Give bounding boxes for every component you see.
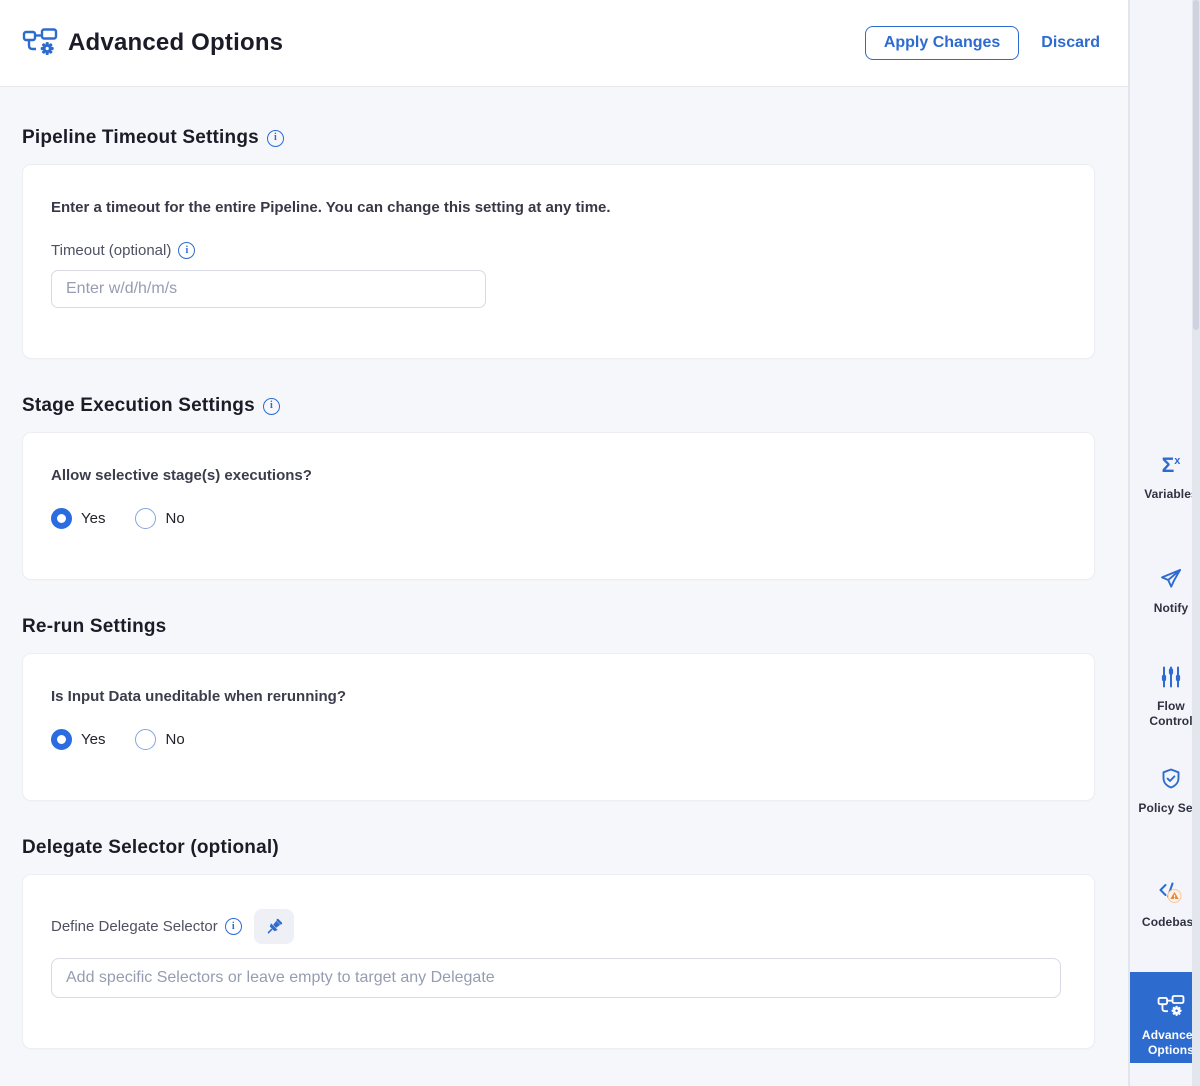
timeout-field-label: Timeout (optional) [51,242,171,259]
rerun-radio-no[interactable]: No [135,729,184,750]
pushpin-icon [263,916,285,938]
radio-unchecked-icon[interactable] [135,729,156,750]
sidebar-item-notify[interactable]: Notify [1130,566,1200,616]
timeout-field-info-icon[interactable]: i [178,242,195,259]
delegate-selector-input[interactable] [51,958,1061,998]
delegate-heading-row: Delegate Selector (optional) [22,837,1095,859]
sidebar-item-label: Policy Sets [1137,801,1200,816]
apply-changes-button[interactable]: Apply Changes [865,26,1019,60]
timeout-section-info-icon[interactable]: i [267,130,284,147]
sidebar-item-advanced-options[interactable]: Advanced Options [1130,972,1200,1063]
code-warning-icon [1157,880,1185,906]
delegate-field-label: Define Delegate Selector [51,918,218,935]
stage-execution-card: Allow selective stage(s) executions? Yes… [22,432,1095,580]
discard-button[interactable]: Discard [1041,34,1100,52]
radio-no-label: No [165,510,184,527]
sidebar-item-label: Codebase [1137,915,1200,930]
rerun-radio-yes[interactable]: Yes [51,729,105,750]
sliders-icon [1159,664,1183,690]
scrollbar-thumb[interactable] [1193,0,1199,330]
sidebar-item-variables[interactable]: Σx Variables [1130,452,1200,502]
header-actions: Apply Changes Discard [865,26,1100,60]
stage-execution-info-icon[interactable]: i [263,398,280,415]
stage-execution-heading: Stage Execution Settings [22,395,255,417]
rerun-radio-group: Yes No [51,729,1066,750]
delegate-card: Define Delegate Selector i [22,874,1095,1049]
sigma-x-icon: Σx [1162,452,1181,478]
timeout-description: Enter a timeout for the entire Pipeline.… [51,199,1066,216]
radio-checked-icon[interactable] [51,508,72,529]
sidebar-item-label: Advanced Options [1137,1028,1200,1058]
main-panel: Advanced Options Apply Changes Discard P… [0,0,1130,1086]
timeout-section-heading: Pipeline Timeout Settings [22,127,259,149]
radio-no-label: No [165,731,184,748]
sidebar-item-label: Variables [1137,487,1200,502]
timeout-field-label-row: Timeout (optional) i [51,242,1066,259]
flowchart-gear-icon [1157,993,1185,1019]
pin-button[interactable] [254,909,294,944]
sidebar-item-policy-sets[interactable]: Policy Sets [1130,766,1200,816]
radio-yes-label: Yes [81,731,105,748]
delegate-label-row: Define Delegate Selector i [51,909,1066,944]
radio-checked-icon[interactable] [51,729,72,750]
sidebar-item-label: Flow Control [1137,699,1200,729]
stage-execution-radio-no[interactable]: No [135,508,184,529]
sidebar-item-label: Notify [1137,601,1200,616]
pipeline-right-sidebar: Σx Variables Notify Flo [1130,0,1200,1086]
shield-check-icon [1159,766,1183,792]
timeout-card: Enter a timeout for the entire Pipeline.… [22,164,1095,359]
rerun-question: Is Input Data uneditable when rerunning? [51,688,1066,705]
paper-plane-icon [1159,566,1183,592]
stage-execution-question: Allow selective stage(s) executions? [51,467,1066,484]
delegate-field-info-icon[interactable]: i [225,918,242,935]
stage-execution-heading-row: Stage Execution Settings i [22,395,1095,417]
rerun-heading: Re-run Settings [22,616,166,638]
radio-yes-label: Yes [81,510,105,527]
timeout-input[interactable] [51,270,486,308]
stage-execution-radio-yes[interactable]: Yes [51,508,105,529]
delegate-heading: Delegate Selector (optional) [22,837,279,859]
settings-content: Pipeline Timeout Settings i Enter a time… [0,87,1128,1049]
sidebar-item-codebase[interactable]: Codebase [1130,880,1200,930]
timeout-section-heading-row: Pipeline Timeout Settings i [22,127,1095,149]
rerun-card: Is Input Data uneditable when rerunning?… [22,653,1095,801]
advanced-options-icon [22,27,58,59]
panel-header: Advanced Options Apply Changes Discard [0,0,1128,87]
sidebar-item-flow-control[interactable]: Flow Control [1130,664,1200,729]
stage-execution-radio-group: Yes No [51,508,1066,529]
page-scrollbar[interactable] [1192,0,1200,1086]
rerun-heading-row: Re-run Settings [22,616,1095,638]
page-title: Advanced Options [68,29,283,57]
gear-glyph [41,42,54,55]
radio-unchecked-icon[interactable] [135,508,156,529]
